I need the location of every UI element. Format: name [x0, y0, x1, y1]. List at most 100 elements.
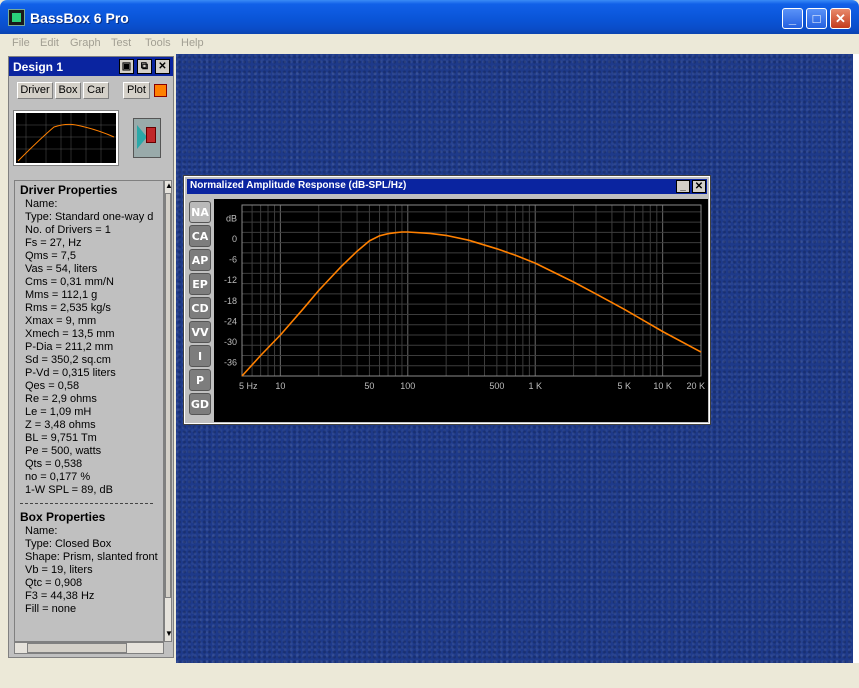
tab-na[interactable]: NA: [189, 201, 211, 223]
copy-design-icon[interactable]: ⧉: [137, 59, 152, 74]
vertical-scroll-thumb[interactable]: [165, 193, 171, 598]
scroll-down-icon[interactable]: ▼: [165, 629, 173, 641]
driver-properties-line: 1-W SPL = 89, dB: [25, 484, 113, 496]
properties-divider: [20, 503, 153, 504]
close-design-icon[interactable]: ✕: [155, 59, 170, 74]
y-tick-label: -36: [224, 357, 237, 367]
maximize-button[interactable]: □: [806, 8, 827, 29]
y-tick-label: -30: [224, 337, 237, 347]
design-panel: Design 1 ▣ ⧉ ✕ Driver Box Car Plot Drive…: [8, 56, 174, 658]
box-properties-line: Name:: [25, 525, 58, 537]
properties-vertical-scrollbar[interactable]: ▲ ▼: [164, 180, 173, 642]
x-tick-label: 20 K: [686, 381, 705, 391]
driver-properties-line: Mms = 112,1 g: [25, 289, 98, 301]
menu-graph[interactable]: Graph: [70, 37, 101, 49]
driver-properties-line: Name:: [25, 198, 58, 210]
driver-properties-line: Le = 1,09 mH: [25, 406, 92, 418]
y-tick-label: 0: [232, 234, 237, 244]
x-tick-label: 500: [489, 381, 504, 391]
graph-type-tabs: NA CA AP EP CD VV I P GD: [189, 201, 211, 419]
tab-vv[interactable]: VV: [189, 321, 211, 343]
tab-gd[interactable]: GD: [189, 393, 211, 415]
x-tick-label: 100: [400, 381, 415, 391]
response-thumbnail[interactable]: [13, 110, 119, 166]
x-tick-label: 1 K: [528, 381, 542, 391]
menu-help[interactable]: Help: [181, 37, 204, 49]
driver-properties-line: Pe = 500, watts: [25, 445, 102, 457]
driver-properties-line: No. of Drivers = 1: [25, 224, 111, 236]
speaker-box-icon[interactable]: [133, 118, 161, 158]
driver-properties-line: Re = 2,9 ohms: [25, 393, 97, 405]
design-title: Design 1: [13, 60, 64, 74]
box-properties-line: Fill = none: [25, 603, 77, 615]
app-title: BassBox 6 Pro: [30, 10, 129, 26]
plot-area: dB 0 -6 -12 -18 -24 -30 -36 5 Hz 10 50 100 500 1 K 5 K…: [214, 199, 708, 422]
app-icon: [8, 9, 25, 26]
minimize-button[interactable]: _: [782, 8, 803, 29]
x-tick-label: 10 K: [653, 381, 672, 391]
box-properties-heading: Box Properties: [20, 510, 106, 524]
menu-test[interactable]: Test: [111, 37, 131, 49]
workspace-edge: [853, 54, 859, 663]
title-bar: BassBox 6 Pro _ □ ✕: [0, 0, 859, 34]
driver-properties-heading: Driver Properties: [20, 183, 118, 197]
driver-properties-line: Rms = 2,535 kg/s: [25, 302, 111, 314]
x-tick-label: 5 K: [618, 381, 632, 391]
horizontal-scroll-thumb[interactable]: [27, 643, 127, 653]
amplitude-response-chart: dB 0 -6 -12 -18 -24 -30 -36 5 Hz 10 50 100 500 1 K 5 K…: [224, 204, 705, 391]
graph-close-icon[interactable]: ✕: [692, 180, 706, 193]
graph-window: Normalized Amplitude Response (dB-SPL/Hz…: [183, 175, 711, 425]
car-button[interactable]: Car: [83, 82, 109, 99]
driver-properties-line: Fs = 27, Hz: [25, 237, 82, 249]
box-properties-line: Shape: Prism, slanted front: [25, 551, 158, 563]
x-tick-label: 5 Hz: [239, 381, 258, 391]
driver-properties-line: Qms = 7,5: [25, 250, 77, 262]
thumbnail-graph: [16, 113, 116, 163]
driver-properties-line: Xmax = 9, mm: [25, 315, 97, 327]
x-tick-label: 10: [275, 381, 285, 391]
box-properties-line: Vb = 19, liters: [25, 564, 93, 576]
properties-list: Driver Properties Name: Type: Standard on…: [14, 180, 164, 642]
graph-window-header: Normalized Amplitude Response (dB-SPL/Hz…: [187, 179, 707, 194]
scroll-up-icon[interactable]: ▲: [165, 181, 173, 193]
plot-button[interactable]: Plot: [123, 82, 150, 99]
driver-properties-line: Vas = 54, liters: [25, 263, 98, 275]
plot-frame: [241, 204, 702, 377]
y-tick-label: dB: [226, 214, 237, 224]
driver-properties-line: Sd = 350,2 sq.cm: [25, 354, 111, 366]
driver-properties-line: BL = 9,751 Tm: [25, 432, 97, 444]
properties-horizontal-scrollbar[interactable]: [14, 642, 164, 654]
tab-i[interactable]: I: [189, 345, 211, 367]
graph-title: Normalized Amplitude Response (dB-SPL/Hz…: [190, 180, 407, 191]
tab-ca[interactable]: CA: [189, 225, 211, 247]
close-button[interactable]: ✕: [830, 8, 851, 29]
y-tick-label: -18: [224, 296, 237, 306]
tab-p[interactable]: P: [189, 369, 211, 391]
box-properties-line: Type: Closed Box: [25, 538, 112, 550]
plot-color-swatch[interactable]: [154, 84, 167, 97]
box-button[interactable]: Box: [55, 82, 81, 99]
tab-cd[interactable]: CD: [189, 297, 211, 319]
driver-properties-line: Xmech = 13,5 mm: [25, 328, 115, 340]
menu-edit[interactable]: Edit: [40, 37, 59, 49]
driver-properties-line: Type: Standard one-way d: [25, 211, 154, 223]
y-tick-label: -24: [224, 316, 237, 326]
menu-tools[interactable]: Tools: [145, 37, 171, 49]
driver-properties-line: Qts = 0,538: [25, 458, 83, 470]
save-design-icon[interactable]: ▣: [119, 59, 134, 74]
driver-button[interactable]: Driver: [17, 82, 53, 99]
driver-properties-line: Qes = 0,58: [25, 380, 80, 392]
driver-properties-line: Z = 3,48 ohms: [25, 419, 96, 431]
driver-properties-line: P-Vd = 0,315 liters: [25, 367, 116, 379]
menu-bar: File Edit Graph Test Tools Help: [0, 34, 859, 54]
tab-ap[interactable]: AP: [189, 249, 211, 271]
y-tick-label: -12: [224, 275, 237, 285]
menu-file[interactable]: File: [12, 37, 30, 49]
driver-properties-line: no = 0,177 %: [25, 471, 91, 483]
tab-ep[interactable]: EP: [189, 273, 211, 295]
y-tick-label: -6: [229, 255, 237, 265]
x-tick-label: 50: [364, 381, 374, 391]
driver-properties-line: Cms = 0,31 mm/N: [25, 276, 114, 288]
driver-properties-line: P-Dia = 211,2 mm: [25, 341, 114, 353]
graph-minimize-icon[interactable]: _: [676, 180, 690, 193]
